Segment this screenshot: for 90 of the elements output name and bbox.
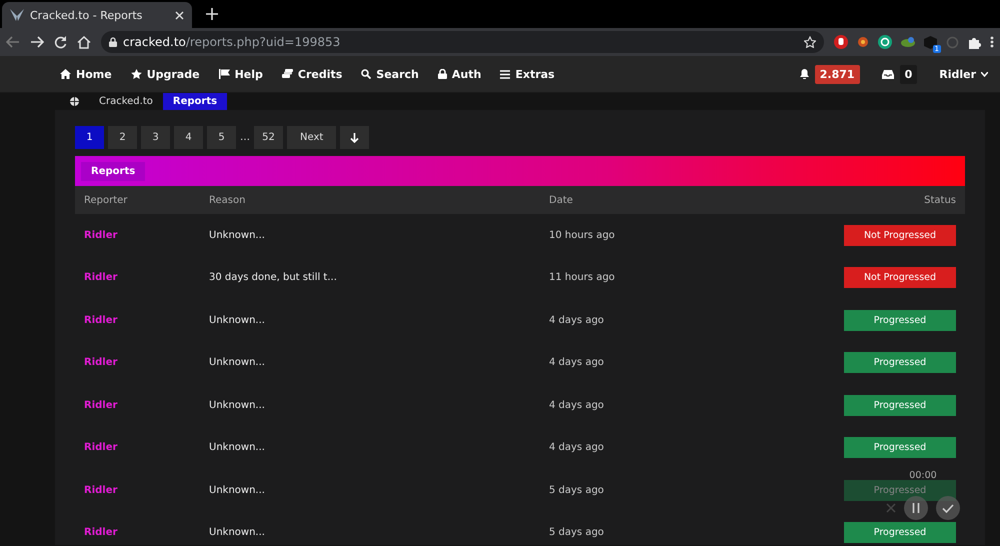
home-icon bbox=[60, 69, 71, 79]
flag-icon bbox=[218, 69, 230, 79]
reason-text: Unknown... bbox=[209, 400, 266, 411]
nav-link[interactable]: Upgrade bbox=[130, 68, 200, 80]
date-text: 10 hours ago bbox=[549, 230, 616, 241]
page-button[interactable]: 3 bbox=[141, 126, 170, 149]
check-icon bbox=[942, 504, 954, 512]
status-badge: Not Progressed bbox=[844, 267, 956, 288]
user-menu[interactable]: Ridler bbox=[939, 68, 988, 80]
column-header: Status bbox=[923, 194, 956, 206]
bell-icon[interactable] bbox=[800, 69, 809, 79]
home-icon[interactable] bbox=[77, 36, 91, 48]
nav-link[interactable]: Extras bbox=[500, 68, 555, 80]
url-text: cracked.to/reports.php?uid=199853 bbox=[123, 35, 340, 49]
status-badge: Progressed bbox=[844, 480, 956, 501]
inbox-count[interactable]: 0 bbox=[900, 64, 918, 84]
reporter-link[interactable]: Ridler bbox=[84, 484, 209, 496]
date-text: 4 days ago bbox=[549, 442, 605, 454]
date-text: 4 days ago bbox=[549, 400, 605, 411]
browser-tab[interactable]: Cracked.to - Reports bbox=[2, 2, 192, 28]
breadcrumb-link[interactable]: Reports bbox=[162, 93, 228, 110]
status-badge: Progressed bbox=[844, 310, 956, 331]
reason-text: Unknown... bbox=[209, 442, 266, 454]
lock-icon bbox=[438, 69, 447, 79]
reason-text: Unknown... bbox=[209, 484, 266, 496]
status-badge: Progressed bbox=[844, 522, 956, 544]
page-button[interactable]: 1 bbox=[75, 126, 104, 149]
reporter-link[interactable]: Ridler bbox=[84, 272, 209, 284]
more-icon[interactable] bbox=[990, 36, 994, 48]
tab-title: Cracked.to - Reports bbox=[30, 8, 142, 22]
extension-icon[interactable] bbox=[857, 36, 869, 48]
reason-text: 30 days done, but still t... bbox=[209, 272, 338, 284]
address-bar[interactable]: cracked.to/reports.php?uid=199853 bbox=[101, 31, 824, 53]
recording-timer: 00:00 bbox=[909, 470, 937, 482]
column-header: Reporter bbox=[84, 194, 128, 206]
extension-icon[interactable] bbox=[878, 35, 892, 49]
new-tab-icon[interactable] bbox=[206, 8, 218, 20]
reporter-link[interactable]: Ridler bbox=[84, 230, 209, 241]
nav-link[interactable]: Credits bbox=[282, 68, 342, 80]
star-icon[interactable] bbox=[804, 36, 816, 48]
bird-icon bbox=[10, 9, 24, 21]
star-icon bbox=[130, 69, 142, 79]
back-icon[interactable] bbox=[6, 36, 20, 48]
pagination-ellipsis: … bbox=[240, 131, 250, 145]
nav-link[interactable]: Home bbox=[60, 68, 112, 80]
date-text: 4 days ago bbox=[549, 314, 605, 326]
section-title: Reports bbox=[81, 162, 146, 180]
reporter-link[interactable]: Ridler bbox=[84, 314, 209, 326]
forward-icon[interactable] bbox=[30, 36, 44, 48]
notification-count[interactable]: 2.871 bbox=[814, 64, 860, 84]
nav-link[interactable]: Search bbox=[361, 68, 419, 80]
status-badge: Progressed bbox=[844, 352, 956, 374]
reporter-link[interactable]: Ridler bbox=[84, 527, 209, 538]
date-text: 4 days ago bbox=[549, 357, 605, 368]
page-button[interactable]: 52 bbox=[254, 126, 283, 149]
inbox-icon[interactable] bbox=[882, 70, 894, 78]
reload-icon[interactable] bbox=[54, 36, 67, 48]
column-header: Reason bbox=[209, 194, 246, 206]
date-text: 5 days ago bbox=[549, 484, 605, 496]
status-badge: Progressed bbox=[844, 394, 956, 416]
puzzle-icon[interactable] bbox=[968, 36, 981, 48]
status-badge: Progressed bbox=[844, 437, 956, 458]
lock-icon bbox=[109, 37, 117, 47]
caret-icon bbox=[981, 72, 988, 76]
extension-icon[interactable] bbox=[834, 35, 848, 49]
pause-icon bbox=[912, 503, 920, 513]
search-icon bbox=[361, 69, 372, 79]
nav-link[interactable]: Auth bbox=[438, 68, 482, 80]
coins-icon bbox=[282, 69, 293, 79]
status-badge: Not Progressed bbox=[844, 224, 956, 246]
reason-text: Unknown... bbox=[209, 357, 266, 368]
reporter-link[interactable]: Ridler bbox=[84, 442, 209, 454]
arrow-down-icon bbox=[350, 132, 360, 142]
date-text: 5 days ago bbox=[549, 527, 605, 538]
reporter-link[interactable]: Ridler bbox=[84, 357, 209, 368]
reason-text: Unknown... bbox=[209, 314, 266, 326]
menu-icon bbox=[500, 70, 510, 78]
page-button[interactable]: 4 bbox=[174, 126, 203, 149]
breadcrumb-link[interactable]: Cracked.to bbox=[89, 93, 163, 110]
column-header: Date bbox=[549, 194, 574, 206]
nav-link[interactable]: Help bbox=[218, 68, 263, 80]
reason-text: Unknown... bbox=[209, 527, 266, 538]
reason-text: Unknown... bbox=[209, 230, 266, 241]
globe-icon bbox=[70, 97, 79, 106]
page-button[interactable]: 2 bbox=[108, 126, 137, 149]
jump-down-button[interactable] bbox=[340, 126, 370, 149]
reporter-link[interactable]: Ridler bbox=[84, 400, 209, 411]
date-text: 11 hours ago bbox=[549, 272, 616, 284]
page-button[interactable]: Next bbox=[287, 126, 336, 149]
page-button[interactable]: 5 bbox=[207, 126, 236, 149]
